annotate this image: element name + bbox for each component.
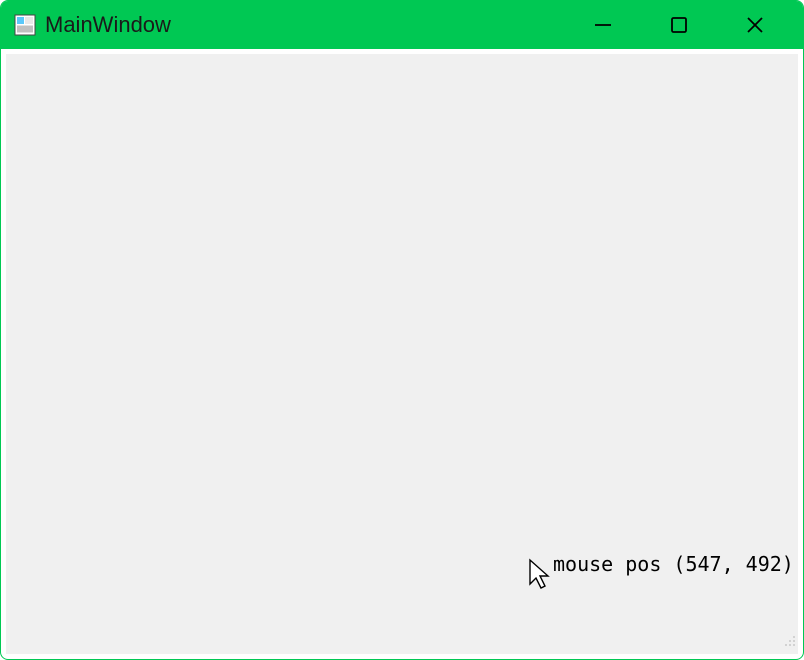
minimize-icon	[593, 15, 613, 35]
window-controls	[583, 5, 775, 45]
mouse-position-label: mouse pos (547, 492)	[553, 552, 794, 576]
maximize-button[interactable]	[659, 5, 699, 45]
cursor-icon	[528, 558, 556, 599]
close-button[interactable]	[735, 5, 775, 45]
titlebar[interactable]: MainWindow	[1, 1, 803, 49]
resize-grip-icon[interactable]	[780, 631, 796, 652]
minimize-button[interactable]	[583, 5, 623, 45]
client-area[interactable]: mouse pos (547, 492)	[5, 53, 799, 655]
window-title: MainWindow	[45, 12, 583, 38]
app-icon	[13, 13, 37, 37]
maximize-icon	[669, 15, 689, 35]
close-icon	[745, 15, 765, 35]
main-window: MainWindow	[0, 0, 804, 660]
